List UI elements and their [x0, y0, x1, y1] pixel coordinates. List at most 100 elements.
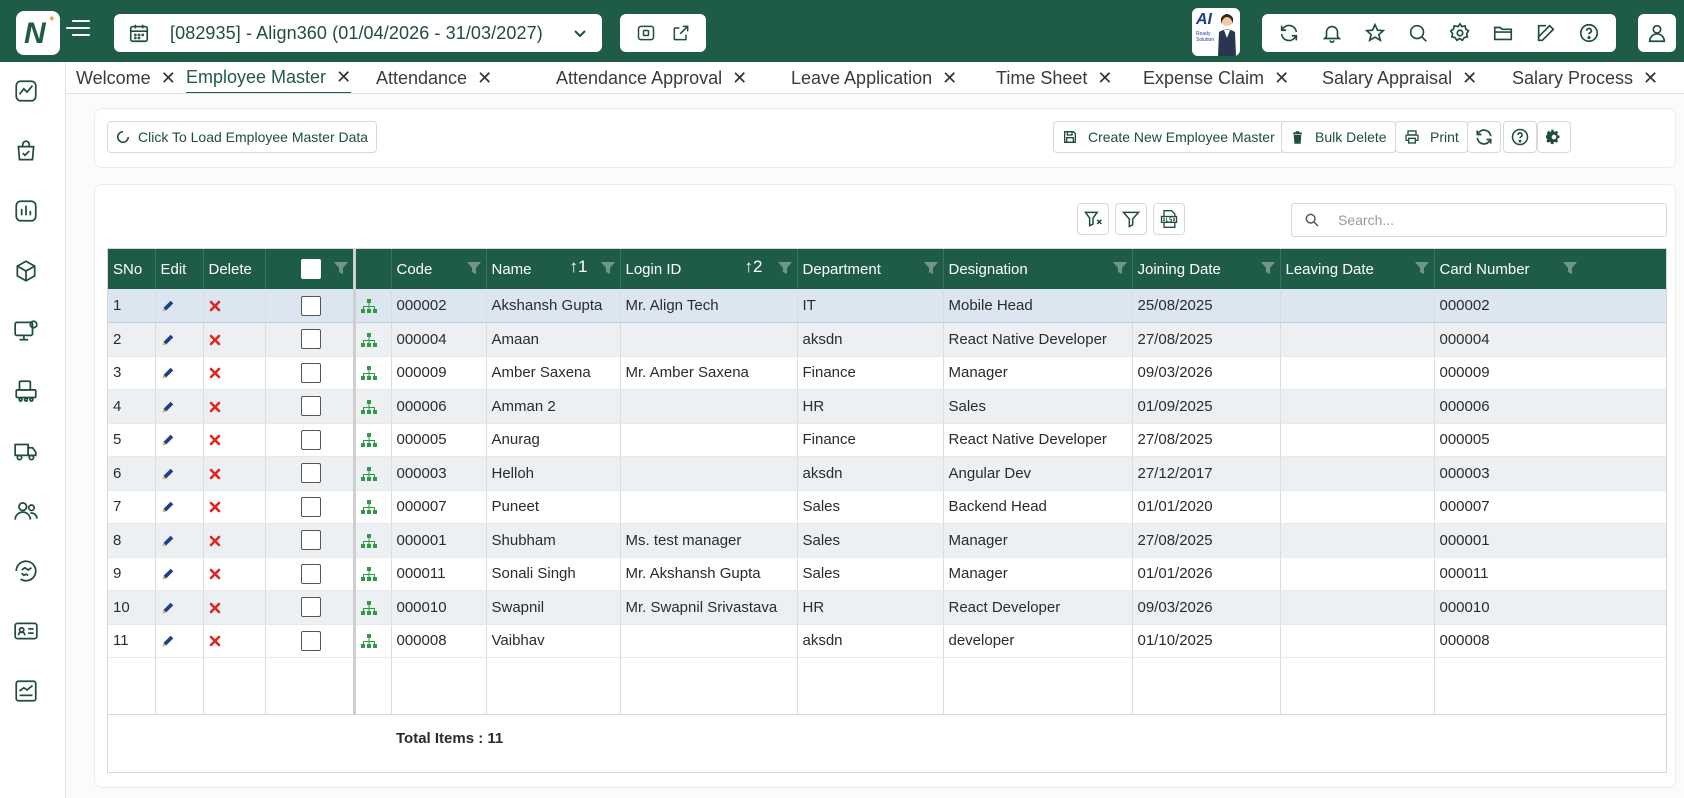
table-row[interactable]: 2 000004 Amaan aksdn React Native Develo…: [108, 322, 1666, 357]
row-checkbox[interactable]: [300, 496, 321, 517]
sync-icon[interactable]: [1276, 20, 1302, 46]
clear-filter-button[interactable]: [1077, 203, 1109, 235]
org-chart-icon[interactable]: [360, 567, 377, 582]
col-leaving-date[interactable]: Leaving Date: [1280, 249, 1435, 289]
row-checkbox[interactable]: [300, 362, 321, 383]
search-icon[interactable]: [1405, 20, 1431, 46]
table-row[interactable]: 4 000006 Amman 2 HR Sales 01/09/2025 000…: [108, 389, 1666, 424]
tab-close-icon[interactable]: ✕: [1097, 68, 1112, 89]
grid-search[interactable]: [1291, 203, 1667, 237]
tab-close-icon[interactable]: ✕: [161, 68, 176, 89]
report-icon[interactable]: [13, 678, 39, 704]
handshake-icon[interactable]: [13, 558, 39, 584]
org-chart-icon[interactable]: [360, 399, 377, 414]
row-checkbox[interactable]: [300, 295, 321, 316]
tab-attendance-approval[interactable]: Attendance Approval ✕: [556, 62, 747, 93]
settings-button[interactable]: [1537, 121, 1571, 153]
column-filter-icon[interactable]: [1112, 260, 1128, 276]
tab-salary-appraisal[interactable]: Salary Appraisal ✕: [1322, 62, 1477, 93]
column-filter-icon[interactable]: [923, 260, 939, 276]
tab-close-icon[interactable]: ✕: [477, 68, 492, 89]
help-button[interactable]: [1503, 121, 1537, 153]
table-row[interactable]: 5 000005 Anurag Finance React Native Dev…: [108, 423, 1666, 457]
ai-ready-badge[interactable]: AI Ready Solution: [1192, 8, 1240, 56]
tab-close-icon[interactable]: ✕: [942, 68, 957, 89]
tab-leave-application[interactable]: Leave Application ✕: [791, 62, 957, 93]
tab-close-icon[interactable]: ✕: [732, 68, 747, 89]
org-chart-icon[interactable]: [360, 500, 377, 515]
edit-icon[interactable]: [1533, 20, 1559, 46]
delete-x-icon[interactable]: [209, 434, 221, 446]
table-row[interactable]: 11 000008 Vaibhav aksdn developer 01/10/…: [108, 624, 1666, 658]
col-designation[interactable]: Designation: [943, 249, 1133, 289]
delete-x-icon[interactable]: [209, 334, 221, 346]
users-icon[interactable]: [13, 498, 39, 524]
col-edit[interactable]: Edit: [155, 249, 204, 289]
delete-x-icon[interactable]: [209, 602, 221, 614]
pencil-icon[interactable]: [161, 433, 175, 447]
delete-x-icon[interactable]: [209, 501, 221, 513]
pencil-icon[interactable]: [161, 366, 175, 380]
row-checkbox[interactable]: [300, 563, 321, 584]
id-card-icon[interactable]: [13, 618, 39, 644]
user-profile-button[interactable]: [1638, 14, 1676, 52]
column-filter-icon[interactable]: [466, 260, 482, 276]
tab-close-icon[interactable]: ✕: [1643, 68, 1658, 89]
print-button[interactable]: Print: [1395, 121, 1468, 153]
org-chart-icon[interactable]: [360, 634, 377, 649]
select-all-checkbox[interactable]: [300, 259, 321, 279]
col-login-id[interactable]: Login ID ↑2: [620, 249, 798, 289]
pencil-icon[interactable]: [161, 299, 175, 313]
tab-attendance[interactable]: Attendance ✕: [376, 62, 492, 93]
create-employee-button[interactable]: Create New Employee Master: [1053, 121, 1284, 153]
col-card-number[interactable]: Card Number: [1434, 249, 1666, 289]
col-delete[interactable]: Delete: [203, 249, 266, 289]
col-joining-date[interactable]: Joining Date: [1132, 249, 1281, 289]
menu-toggle-icon[interactable]: [66, 20, 90, 42]
pencil-icon[interactable]: [161, 567, 175, 581]
factory-icon[interactable]: [13, 378, 39, 404]
delete-x-icon[interactable]: [209, 468, 221, 480]
column-filter-icon[interactable]: [1414, 260, 1430, 276]
row-checkbox[interactable]: [300, 630, 321, 651]
table-row[interactable]: 7 000007 Puneet Sales Backend Head 01/01…: [108, 490, 1666, 524]
export-xlsx-button[interactable]: [1153, 203, 1185, 235]
refresh-button[interactable]: [1467, 121, 1501, 153]
sort-asc-icon[interactable]: ↑2: [745, 257, 763, 277]
filter-button[interactable]: [1115, 203, 1147, 235]
tab-close-icon[interactable]: ✕: [1274, 68, 1289, 89]
shopping-bag-check-icon[interactable]: [13, 138, 39, 164]
org-chart-icon[interactable]: [360, 466, 377, 481]
star-icon[interactable]: [1362, 20, 1388, 46]
app-logo[interactable]: N ✦: [16, 11, 60, 55]
table-row[interactable]: 3 000009 Amber Saxena Mr. Amber Saxena F…: [108, 356, 1666, 390]
dashboard-chart-icon[interactable]: [13, 78, 39, 104]
column-filter-icon[interactable]: [1260, 260, 1276, 276]
col-name[interactable]: Name ↑1: [486, 249, 621, 289]
row-checkbox[interactable]: [300, 396, 321, 417]
delete-x-icon[interactable]: [209, 635, 221, 647]
open-external-icon[interactable]: [668, 20, 694, 46]
bulk-delete-button[interactable]: Bulk Delete: [1281, 121, 1396, 153]
delete-x-icon[interactable]: [209, 300, 221, 312]
gear-icon[interactable]: [1447, 20, 1473, 46]
pencil-icon[interactable]: [161, 333, 175, 347]
row-checkbox[interactable]: [300, 530, 321, 551]
help-icon[interactable]: [1576, 20, 1602, 46]
column-filter-icon[interactable]: [600, 260, 616, 276]
cube-icon[interactable]: [13, 258, 39, 284]
col-sno[interactable]: SNo: [108, 249, 156, 289]
bell-icon[interactable]: [1319, 20, 1345, 46]
folder-icon[interactable]: [1490, 20, 1516, 46]
load-data-button[interactable]: Click To Load Employee Master Data: [107, 121, 378, 153]
pencil-icon[interactable]: [161, 400, 175, 414]
pencil-icon[interactable]: [161, 534, 175, 548]
row-checkbox[interactable]: [300, 597, 321, 618]
search-input[interactable]: [1338, 212, 1638, 228]
bar-chart-icon[interactable]: [13, 198, 39, 224]
delete-x-icon[interactable]: [209, 401, 221, 413]
tab-salary-process[interactable]: Salary Process ✕: [1512, 62, 1658, 93]
org-chart-icon[interactable]: [360, 332, 377, 347]
tab-close-icon[interactable]: ✕: [336, 67, 351, 88]
minimize-window-icon[interactable]: [633, 20, 659, 46]
